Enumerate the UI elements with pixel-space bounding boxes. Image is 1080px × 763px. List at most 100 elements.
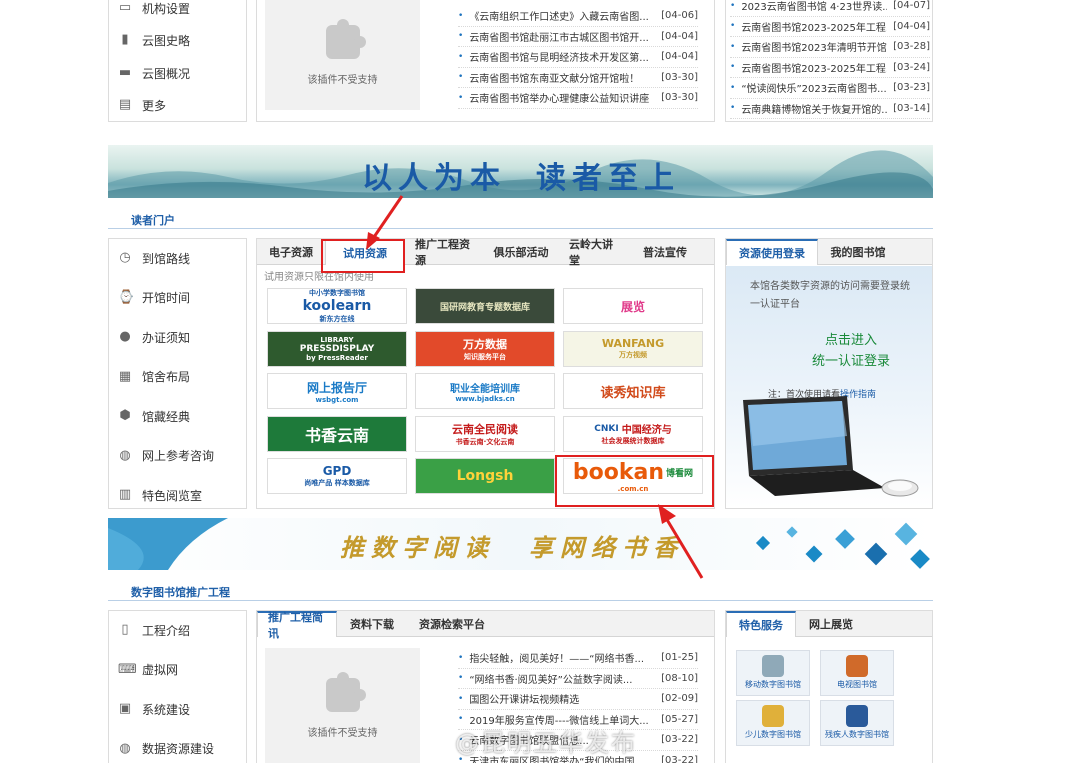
document-icon: ▤ [118, 97, 132, 112]
login-button-line-2: 统一认证登录 [811, 354, 890, 369]
service-icon [846, 705, 868, 727]
resource-logo[interactable]: 中小学数字图书馆 koolearn 新东方在线 [267, 288, 407, 324]
news-item[interactable]: 云南典籍博物馆关于恢复开馆的... [03-14] [730, 99, 930, 119]
resource-logo[interactable]: Longsh [415, 458, 555, 494]
tab-resource-login[interactable]: 资源使用登录 [726, 239, 818, 265]
plugin-placeholder: 该插件不受支持 [265, 0, 420, 110]
news-title[interactable]: 云南省图书馆2023年清明节开馆... [741, 39, 887, 54]
news-title[interactable]: 云南省图书馆举办心理健康公益知识讲座 [469, 90, 655, 105]
resource-logo[interactable]: WANFANG 万方视频 [563, 330, 703, 367]
resource-logo[interactable]: LIBRARY PRESSDISPLAY by PressReader [267, 330, 407, 367]
sidebar-item[interactable]: ⌨ 虚拟网 [118, 660, 178, 680]
sidebar-item[interactable]: ◍ 网上参考咨询 [118, 446, 214, 466]
banner-slogan-2: 读者至上 [536, 161, 680, 196]
news-date: [03-22] [661, 754, 698, 763]
news-title[interactable]: 云南省图书馆东南亚文献分馆开馆啦！ [469, 70, 655, 85]
news-item[interactable]: 云南省图书馆举办心理健康公益知识讲座 [03-30] [458, 88, 698, 109]
news-title[interactable]: “网络书香·阅见美好”公益数字阅读... [469, 671, 655, 686]
resource-logo[interactable]: 万方数据 知识服务平台 [415, 330, 555, 367]
news-item[interactable]: 云南省图书馆赴丽江市古城区图书馆开... [04-04] [458, 27, 698, 47]
news-title[interactable]: 2023云南省图书馆 4·23世界读... [741, 0, 887, 13]
tab[interactable]: 资源检索平台 [407, 611, 497, 637]
resource-logo[interactable]: 读秀知识库 [563, 373, 703, 409]
tab[interactable]: 推广工程资源 [405, 238, 483, 267]
news-date: [03-14] [893, 102, 930, 114]
tab[interactable]: 电子资源 [257, 239, 325, 265]
news-date: [03-24] [893, 61, 930, 73]
resource-logo[interactable]: 职业全能培训库 www.bjadks.cn [415, 373, 555, 409]
section-title-reader-portal: 读者门户 [131, 214, 175, 227]
news-date: [02-09] [661, 693, 698, 705]
sidebar-item-overview[interactable]: ▬ 云图概况 [118, 63, 190, 83]
news-item[interactable]: 指尖轻触，阅见美好！——“网络书香... [01-25] [458, 648, 698, 669]
news-item[interactable]: 云南省图书馆2023-2025年工程... [03-24] [730, 58, 930, 78]
sidebar-item[interactable]: ▦ 馆舍布局 [118, 367, 190, 387]
banner-slogan-1: 以人为本 [362, 161, 506, 196]
tab[interactable]: 普法宣传 [631, 239, 699, 265]
display-icon: ▣ [118, 701, 132, 716]
login-button-line-1: 点击进入 [824, 333, 877, 348]
news-item[interactable]: “网络书香·阅见美好”公益数字阅读... [08-10] [458, 669, 698, 689]
news-list: 2023云南省图书馆 4·23世界读... [04-07] 云南省图书馆2023-2… [730, 0, 930, 119]
resource-logo[interactable]: 展览 [563, 288, 703, 324]
news-date: [08-10] [661, 672, 698, 684]
box-icon: ⬢ [119, 408, 131, 423]
news-title[interactable]: 云南典籍博物馆关于恢复开馆的... [741, 101, 887, 116]
sidebar-item[interactable]: ▥ 特色阅览室 [118, 485, 202, 505]
service-icon [762, 655, 784, 677]
news-item[interactable]: 《云南组织工作口述史》入藏云南省图... [04-06] [458, 6, 698, 27]
service-tile[interactable]: 移动数字图书馆 [736, 650, 810, 696]
plugin-placeholder: 该插件不受支持 [265, 648, 420, 763]
sidebar-item-org[interactable]: ▭ 机构设置 [118, 0, 190, 18]
news-date: [04-07] [893, 0, 930, 12]
sidebar-item-history[interactable]: ▮ 云图史略 [118, 30, 190, 50]
resource-logo[interactable]: CNKI 中国经济与 社会发展统计数据库 [563, 415, 703, 452]
tab[interactable]: 推广工程简讯 [257, 611, 337, 640]
news-item[interactable]: 2023云南省图书馆 4·23世界读... [04-07] [730, 0, 930, 17]
sidebar-item[interactable]: ▣ 系统建设 [118, 699, 190, 719]
news-title[interactable]: 国图公开课讲坛视频精选 [469, 691, 655, 706]
news-item[interactable]: 云南省图书馆东南亚文献分馆开馆啦！ [03-30] [458, 68, 698, 88]
resource-logo[interactable]: 云南全民阅读 书香云南·文化云南 [415, 415, 555, 452]
news-title[interactable]: 指尖轻触，阅见美好！——“网络书香... [469, 650, 655, 665]
sidebar-item[interactable]: ▯ 工程介绍 [118, 620, 190, 640]
tab[interactable]: 云岭大讲堂 [559, 238, 631, 267]
news-item[interactable]: 国图公开课讲坛视频精选 [02-09] [458, 689, 698, 710]
news-title[interactable]: 云南省图书馆2023-2025年工程... [741, 60, 887, 75]
resource-logo[interactable]: 网上报告厅 wsbgt.com [267, 373, 407, 409]
news-title[interactable]: “悦读阅快乐”2023云南省图书... [741, 80, 887, 95]
sidebar-item-more[interactable]: ▤ 更多 [118, 95, 166, 115]
news-title[interactable]: 云南省图书馆2023-2025年工程... [741, 19, 887, 34]
tab[interactable]: 资料下载 [337, 611, 407, 637]
service-icon [846, 655, 868, 677]
news-title[interactable]: 《云南组织工作口述史》入藏云南省图... [469, 8, 655, 23]
sidebar-item[interactable]: ◷ 到馆路线 [118, 248, 190, 268]
service-tile[interactable]: 电视图书馆 [820, 650, 894, 696]
news-item[interactable]: 云南省图书馆2023年清明节开馆... [03-28] [730, 37, 930, 58]
unified-login-button[interactable]: 点击进入 统一认证登录 [796, 330, 906, 376]
news-title[interactable]: 云南省图书馆与昆明经济技术开发区第... [469, 49, 655, 64]
sidebar-item[interactable]: ⬢ 馆藏经典 [118, 406, 190, 426]
tab-featured-services[interactable]: 特色服务 [726, 611, 796, 637]
news-item[interactable]: 云南省图书馆与昆明经济技术开发区第... [04-04] [458, 47, 698, 68]
sidebar-item[interactable]: ⌚ 开馆时间 [118, 288, 190, 308]
sidebar-item[interactable]: ◍ 数据资源建设 [118, 739, 214, 759]
open-book-icon: ▥ [118, 487, 132, 502]
news-item[interactable]: “悦读阅快乐”2023云南省图书... [03-23] [730, 78, 930, 99]
sidebar-item[interactable]: ● 办证须知 [118, 327, 190, 347]
laptop-illustration [743, 396, 919, 497]
resource-logo[interactable]: 国研网教育专题数据库 [415, 288, 555, 324]
resource-logo[interactable]: 书香云南 [267, 415, 407, 452]
service-tile[interactable]: 残疾人数字图书馆 [820, 700, 894, 746]
news-item[interactable]: 云南省图书馆2023-2025年工程... [04-04] [730, 17, 930, 37]
book-icon: ▮ [121, 32, 129, 47]
tab-online-exhibition[interactable]: 网上展览 [796, 611, 866, 637]
news-title[interactable]: 云南省图书馆赴丽江市古城区图书馆开... [469, 29, 655, 44]
tab-my-library[interactable]: 我的图书馆 [818, 239, 898, 265]
tab[interactable]: 俱乐部活动 [483, 239, 559, 265]
banner2-slogan-1: 推数字阅读 [340, 533, 495, 562]
news-date: [03-30] [661, 92, 698, 104]
section-divider [108, 600, 933, 601]
resource-logo[interactable]: GPD 尚唯产品 样本数据库 [267, 458, 407, 494]
service-tile[interactable]: 少儿数字图书馆 [736, 700, 810, 746]
